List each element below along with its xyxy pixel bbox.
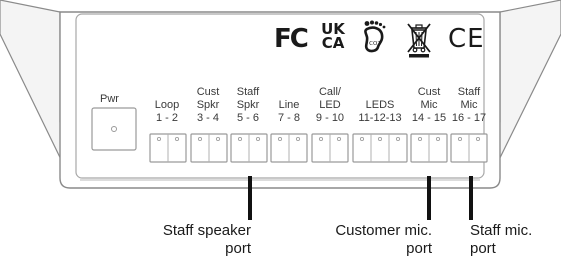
callout-staff-mic-port: Staff mic. port [470, 222, 533, 257]
callout-staff-speaker-port: Staff speaker port [162, 222, 251, 257]
port-label-call-led: Call/ LED 9 - 10 [315, 86, 345, 124]
callout-customer-mic-port: Customer mic. port [335, 222, 432, 257]
power-jack [91, 107, 137, 151]
power-label: Pwr [100, 93, 119, 105]
port-label-line: Line 7 - 8 [277, 99, 300, 124]
ce-mark: CE [448, 24, 485, 54]
staff-mic-leader [469, 176, 473, 220]
device-diagram: FC UK CA CO2 CE Pwr Loop 1 - 2 Cust Spkr 3… [0, 0, 561, 264]
svg-text:CO2: CO2 [369, 41, 381, 47]
port-label-loop: Loop 1 - 2 [154, 99, 180, 124]
port-label-staff-spkr: Staff Spkr 5 - 6 [236, 86, 260, 124]
fcc-mark: FC [274, 24, 309, 54]
customer-mic-leader [427, 176, 431, 220]
port-label-leds: LEDS 11-12-13 [358, 99, 402, 124]
port-label-staff-mic: Staff Mic 16 - 17 [451, 86, 487, 124]
ukca-mark: UK CA [321, 20, 345, 52]
staff-speaker-leader [248, 176, 252, 220]
weee-bin-icon [407, 23, 431, 58]
footprint-co2-icon: CO2 [364, 20, 386, 53]
